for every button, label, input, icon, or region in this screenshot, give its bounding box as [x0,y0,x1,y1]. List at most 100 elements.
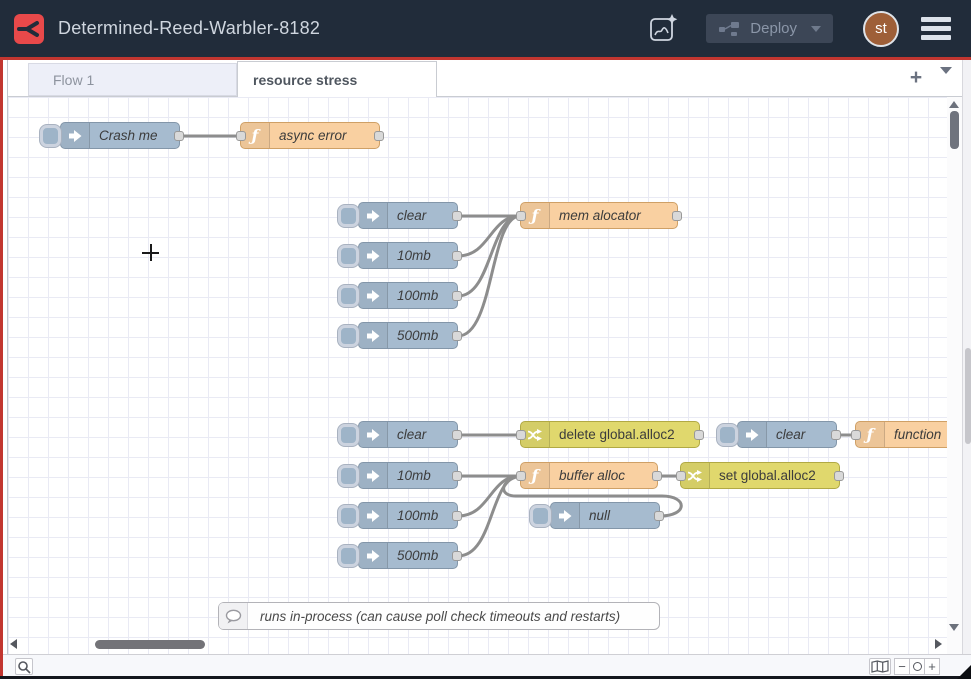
output-port[interactable] [452,251,462,261]
output-port[interactable] [452,430,462,440]
deploy-icon [718,21,740,37]
inject-node-10mb[interactable]: 10mb [358,242,458,269]
inject-node-crash-me[interactable]: Crash me [60,122,180,149]
output-port[interactable] [694,430,704,440]
output-port[interactable] [452,511,462,521]
output-port[interactable] [452,471,462,481]
search-button[interactable] [15,658,33,675]
inject-button[interactable] [530,505,551,527]
zoom-out-button[interactable]: − [894,658,910,675]
zoom-in-icon: + [928,659,936,674]
deploy-button[interactable]: Deploy [706,14,833,43]
inject-button[interactable] [717,424,738,446]
add-flow-button[interactable]: + [902,64,930,92]
navigator-button[interactable] [869,658,891,675]
node-label: 100mb [388,503,457,528]
function-node-function[interactable]: ƒ function [855,421,947,448]
main-menu-icon[interactable] [921,17,951,40]
ai-assistant-icon[interactable] [646,12,680,46]
inject-node-clear-3[interactable]: clear [737,421,837,448]
inject-button[interactable] [338,545,359,567]
page-scrollbar[interactable] [962,60,971,676]
comment-node[interactable]: runs in-process (can cause poll check ti… [218,602,660,630]
user-avatar[interactable]: st [863,11,899,47]
input-port[interactable] [516,471,526,481]
inject-icon [359,203,388,228]
inject-button[interactable] [338,285,359,307]
change-node-set-alloc[interactable]: set global.alloc2 [680,462,840,489]
flow-list-caret-icon[interactable] [940,74,952,92]
node-label: function [885,422,947,447]
node-red-logo-icon[interactable] [14,14,44,44]
inject-button[interactable] [338,505,359,527]
scroll-right-icon[interactable] [935,639,942,649]
inject-button[interactable] [338,424,359,446]
inject-node-clear-2[interactable]: clear [358,421,458,448]
output-port[interactable] [452,551,462,561]
search-icon [17,660,31,674]
output-port[interactable] [452,291,462,301]
flow-canvas[interactable]: Crash me ƒ async error clear 10mb [8,97,947,654]
vertical-scrollbar-thumb[interactable] [950,111,959,149]
output-port[interactable] [452,331,462,341]
inject-button[interactable] [338,325,359,347]
scroll-left-icon[interactable] [10,639,17,649]
inject-icon [61,123,90,148]
inject-button[interactable] [40,125,61,147]
change-node-delete-alloc[interactable]: delete global.alloc2 [520,421,700,448]
node-label: buffer alloc [550,463,657,488]
function-node-buffer-alloc[interactable]: ƒ buffer alloc [520,462,658,489]
footer-toolbar: − + [3,654,971,677]
inject-node-500mb-2[interactable]: 500mb [358,542,458,569]
tab-resource-stress[interactable]: resource stress [237,61,437,97]
inject-icon [359,283,388,308]
zoom-reset-icon [913,662,922,671]
input-port[interactable] [516,430,526,440]
output-port[interactable] [452,211,462,221]
crosshair-cursor [142,252,159,254]
function-node-async-error[interactable]: ƒ async error [240,122,380,149]
output-port[interactable] [174,131,184,141]
inject-node-100mb-2[interactable]: 100mb [358,502,458,529]
function-node-mem-alocator[interactable]: ƒ mem alocator [520,202,678,229]
inject-button[interactable] [338,205,359,227]
inject-button[interactable] [338,245,359,267]
inject-node-500mb[interactable]: 500mb [358,322,458,349]
input-port[interactable] [676,471,686,481]
input-port[interactable] [236,131,246,141]
output-port[interactable] [672,211,682,221]
inject-button[interactable] [338,465,359,487]
left-accent-line [0,60,3,676]
inject-icon [359,543,388,568]
canvas-vertical-scrollbar[interactable] [947,97,962,654]
inject-icon [551,503,580,528]
scroll-up-icon[interactable] [949,101,959,108]
output-port[interactable] [374,131,384,141]
node-label: clear [388,422,457,447]
input-port[interactable] [851,430,861,440]
inject-node-clear[interactable]: clear [358,202,458,229]
node-red-editor: Determined-Reed-Warbler-8182 Deploy st [0,0,971,679]
node-label: runs in-process (can cause poll check ti… [248,603,659,629]
output-port[interactable] [834,471,844,481]
zoom-in-button[interactable]: + [924,658,940,675]
page-scrollbar-thumb[interactable] [965,348,971,444]
output-port[interactable] [654,511,664,521]
wire[interactable] [458,216,520,336]
inject-node-null[interactable]: null [550,502,660,529]
node-label: async error [270,123,379,148]
inject-icon [359,422,388,447]
tab-flow1[interactable]: Flow 1 [28,63,237,96]
zoom-reset-button[interactable] [909,658,925,675]
deploy-caret-icon[interactable] [811,26,821,32]
scroll-down-icon[interactable] [949,624,959,631]
header-bar: Determined-Reed-Warbler-8182 Deploy st [0,0,971,57]
inject-node-100mb[interactable]: 100mb [358,282,458,309]
node-label: set global.alloc2 [710,463,839,488]
input-port[interactable] [516,211,526,221]
output-port[interactable] [831,430,841,440]
inject-node-10mb-2[interactable]: 10mb [358,462,458,489]
map-icon [871,660,889,673]
output-port[interactable] [652,471,662,481]
horizontal-scrollbar-thumb[interactable] [95,640,205,649]
